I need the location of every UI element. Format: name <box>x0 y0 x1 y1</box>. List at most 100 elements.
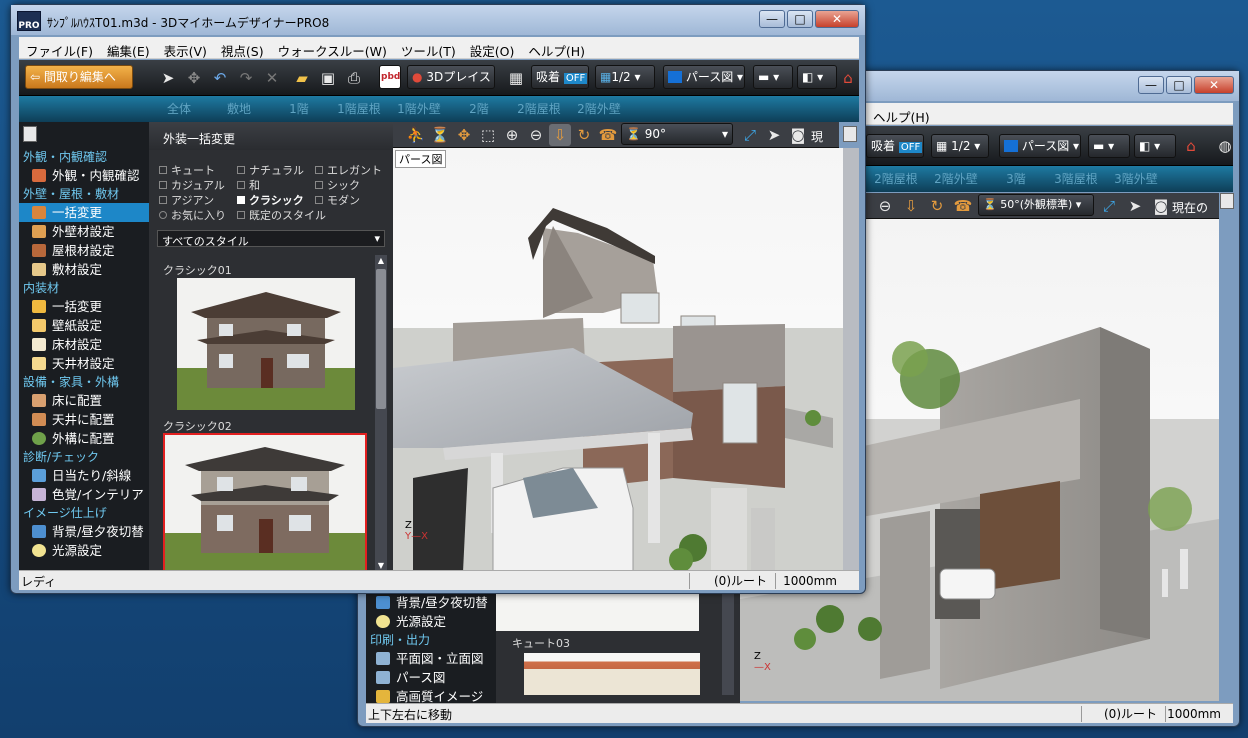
move-down-icon[interactable]: ⇩ <box>549 124 571 146</box>
style-option-chic[interactable]: シック <box>315 177 360 193</box>
sidebar-item-color-vision[interactable]: 色覚/インテリア <box>19 485 149 504</box>
tab-2f-roof[interactable]: 2階屋根 <box>866 166 926 192</box>
tab-2f[interactable]: 2階 <box>449 96 509 122</box>
style-option-asian[interactable]: アジアン <box>159 192 214 208</box>
sidebar-item-view-check[interactable]: 外観・内観確認 <box>19 166 149 185</box>
select-icon[interactable]: ➤ <box>157 67 179 89</box>
back-wall-view-button[interactable]: ▬ ▾ <box>1088 134 1130 158</box>
style-option-natural[interactable]: ナチュラル <box>237 162 304 178</box>
back-lens-dropdown[interactable]: ⏳ 50°(外観標準) ▾ <box>978 194 1094 216</box>
box-view-button[interactable]: ◧ ▾ <box>797 65 837 89</box>
back-right-collapse-button[interactable] <box>1220 193 1234 209</box>
scroll-up-icon[interactable]: ▲ <box>375 255 387 267</box>
back-view-mode-dropdown[interactable]: パース図 ▾ <box>999 134 1081 158</box>
sidebar-item-wallpaper[interactable]: 壁紙設定 <box>19 316 149 335</box>
tab-site[interactable]: 敷地 <box>209 96 269 122</box>
sidebar-collapse-button[interactable] <box>23 126 37 142</box>
style-filter-dropdown[interactable]: すべてのスタイル ▾ <box>157 230 385 248</box>
back-maximize-button[interactable]: □ <box>1166 76 1192 94</box>
zoom-out-icon[interactable]: ⊖ <box>874 195 896 217</box>
menu-tools[interactable]: ツール(T) <box>394 37 463 60</box>
back-sidebar-item-background[interactable]: 背景/昼夕夜切替 <box>366 593 496 612</box>
3d-place-button[interactable]: ● 3Dプレイス <box>407 65 495 89</box>
zoom-window-icon[interactable]: ⬚ <box>477 124 499 146</box>
back-box-view-button[interactable]: ◧ ▾ <box>1134 134 1176 158</box>
delete-icon[interactable]: ✕ <box>261 67 283 89</box>
tilt-icon[interactable]: ☎ <box>597 124 619 146</box>
tab-3f-wall[interactable]: 3階外壁 <box>1106 166 1166 192</box>
tab-2f-wall[interactable]: 2階外壁 <box>926 166 986 192</box>
maximize-button[interactable]: □ <box>787 10 813 28</box>
move-down-icon[interactable]: ⇩ <box>900 195 922 217</box>
thumb-scrollbar[interactable]: ▲ ▼ <box>375 255 387 572</box>
tab-3f[interactable]: 3階 <box>986 166 1046 192</box>
back-thumb-scrollbar[interactable] <box>722 593 734 695</box>
tab-1f[interactable]: 1階 <box>269 96 329 122</box>
perspective-3d-view[interactable]: パース図 Z Y—X <box>393 148 843 572</box>
style-option-favorite[interactable]: お気に入り <box>159 207 226 223</box>
house-icon[interactable]: ⌂ <box>837 67 859 89</box>
thumb-classic01[interactable] <box>177 278 355 410</box>
back-sidebar-item-hq[interactable]: 高画質イメージ <box>366 687 496 703</box>
open-folder-icon[interactable]: ▰ <box>291 67 313 89</box>
tilt-icon[interactable]: ☎ <box>952 195 974 217</box>
sidebar-item-background[interactable]: 背景/昼夕夜切替 <box>19 522 149 541</box>
view-scrollbar[interactable] <box>843 148 859 572</box>
save-icon[interactable]: ▣ <box>317 67 339 89</box>
sidebar-item-bulk-change-exterior[interactable]: 一括変更 <box>19 203 149 222</box>
sidebar-item-ceiling-material[interactable]: 天井材設定 <box>19 354 149 373</box>
view-mode-dropdown[interactable]: パース図 ▾ <box>663 65 745 89</box>
back-grid-dropdown[interactable]: ▦ 1/2 ▾ <box>931 134 989 158</box>
pointer-icon[interactable]: ➤ <box>763 124 785 146</box>
pan-icon[interactable]: ✥ <box>183 67 205 89</box>
style-option-modern[interactable]: モダン <box>315 192 360 208</box>
back-menu-help[interactable]: ヘルプ(H) <box>866 103 937 126</box>
style-option-elegant[interactable]: エレガント <box>315 162 382 178</box>
back-minimize-button[interactable]: — <box>1138 76 1164 94</box>
menu-view[interactable]: 表示(V) <box>157 37 214 60</box>
redo-icon[interactable]: ↷ <box>235 67 257 89</box>
style-option-default[interactable]: 既定のスタイル <box>237 207 326 223</box>
sidebar-item-roof-material[interactable]: 屋根材設定 <box>19 241 149 260</box>
sidebar-item-wall-material[interactable]: 外壁材設定 <box>19 222 149 241</box>
tab-2f-wall[interactable]: 2階外壁 <box>569 96 629 122</box>
edit-floorplan-button[interactable]: ⇦ 間取り編集へ <box>25 65 133 89</box>
menu-edit[interactable]: 編集(E) <box>100 37 157 60</box>
print-icon[interactable]: ⎙ <box>343 67 365 89</box>
rotate-icon[interactable]: ↻ <box>926 195 948 217</box>
back-sidebar-item-light[interactable]: 光源設定 <box>366 612 496 631</box>
back-thumb-cute03[interactable] <box>524 653 700 695</box>
menu-file[interactable]: ファイル(F) <box>19 37 100 60</box>
sidebar-item-bulk-change-interior[interactable]: 一括変更 <box>19 297 149 316</box>
sidebar-item-ceiling-place[interactable]: 天井に配置 <box>19 410 149 429</box>
sidebar-item-floor-material[interactable]: 床材設定 <box>19 335 149 354</box>
fit-icon[interactable]: ⤢ <box>1098 195 1120 217</box>
walk-icon[interactable]: ⛹ <box>405 124 427 146</box>
scroll-thumb[interactable] <box>376 269 386 409</box>
lens-dropdown[interactable]: ⏳ 90° ▾ <box>621 123 733 145</box>
pointer-icon[interactable]: ➤ <box>1124 195 1146 217</box>
pbd-button[interactable]: pbd <box>379 65 401 89</box>
zoom-in-icon[interactable]: ⊕ <box>501 124 523 146</box>
back-sidebar-item-plan[interactable]: 平面図・立面図 <box>366 649 496 668</box>
sidebar-item-sunlight[interactable]: 日当たり/斜線 <box>19 466 149 485</box>
house-icon[interactable]: ⌂ <box>1180 135 1202 157</box>
style-option-wa[interactable]: 和 <box>237 177 260 193</box>
fit-icon[interactable]: ⤢ <box>739 124 761 146</box>
move-icon[interactable]: ✥ <box>453 124 475 146</box>
right-collapse-button[interactable] <box>843 126 857 142</box>
camera-icon[interactable]: ◙ <box>787 124 809 146</box>
style-option-casual[interactable]: カジュアル <box>159 177 225 193</box>
back-sidebar-item-perspective[interactable]: パース図 <box>366 668 496 687</box>
wall-view-button[interactable]: ▬ ▾ <box>753 65 793 89</box>
camera-icon[interactable]: ◙ <box>1150 195 1172 217</box>
grid-toggle-icon[interactable]: ▦ <box>505 67 527 89</box>
back-thumb-top[interactable] <box>496 593 699 631</box>
style-option-cute[interactable]: キュート <box>159 162 215 178</box>
snap-toggle[interactable]: 吸着 OFF <box>531 65 589 89</box>
menu-viewpoint[interactable]: 視点(S) <box>214 37 271 60</box>
sidebar-item-floor-place[interactable]: 床に配置 <box>19 391 149 410</box>
sidebar-item-exterior-place[interactable]: 外構に配置 <box>19 429 149 448</box>
zoom-out-icon[interactable]: ⊖ <box>525 124 547 146</box>
tab-all[interactable]: 全体 <box>149 96 209 122</box>
